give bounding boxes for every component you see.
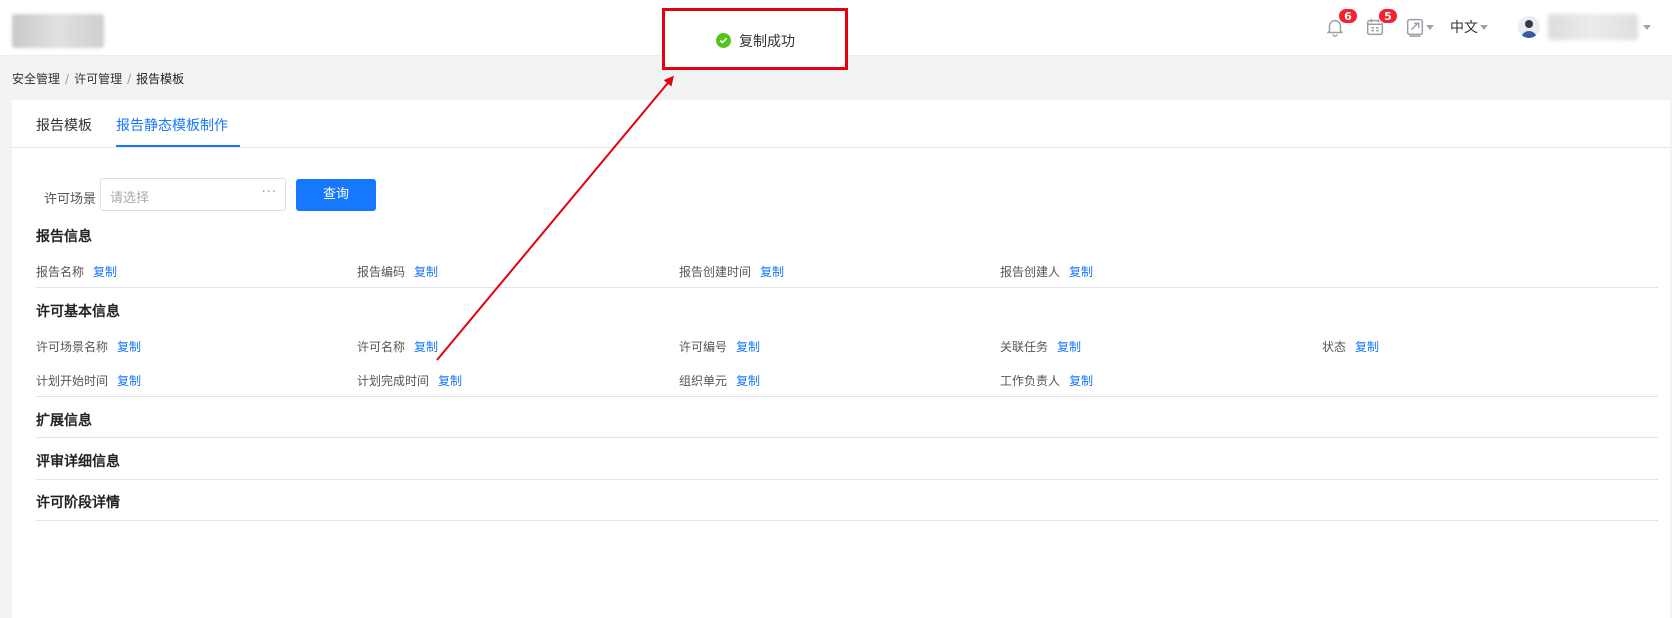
copy-link[interactable]: 复制 xyxy=(414,340,438,354)
toast-message: 复制成功 xyxy=(739,34,795,50)
scene-select[interactable]: 请选择 ··· xyxy=(100,178,286,211)
main-card: 报告模板 报告静态模板制作 许可场景 请选择 ··· 查询 报告信息 报告名称复… xyxy=(12,100,1670,618)
tab-report-template[interactable]: 报告模板 xyxy=(36,115,92,135)
active-tab-indicator xyxy=(116,145,240,147)
breadcrumb: 安全管理 / 许可管理 / 报告模板 xyxy=(12,72,185,86)
copy-link[interactable]: 复制 xyxy=(438,374,462,388)
breadcrumb-item-permit[interactable]: 许可管理 xyxy=(74,72,122,86)
section-title-report-info: 报告信息 xyxy=(36,229,92,245)
user-avatar[interactable] xyxy=(1518,16,1540,38)
section-title-stage[interactable]: 许可阶段详情 xyxy=(36,492,120,512)
field-org-unit: 组织单元 复制 xyxy=(679,374,761,388)
section-divider xyxy=(36,287,1658,288)
field-work-leader: 工作负责人 复制 xyxy=(1000,374,1094,388)
field-report-code: 报告编码 复制 xyxy=(357,265,439,279)
task-badge: 5 xyxy=(1378,8,1398,24)
field-plan-start-time: 计划开始时间 复制 xyxy=(36,374,142,388)
logo[interactable] xyxy=(12,14,104,48)
notification-bell-icon[interactable]: 6 xyxy=(1324,8,1358,38)
copy-link[interactable]: 复制 xyxy=(93,265,117,279)
field-plan-finish-time: 计划完成时间 复制 xyxy=(357,374,463,388)
section-divider xyxy=(36,520,1658,521)
section-title-review[interactable]: 评审详细信息 xyxy=(36,451,120,471)
breadcrumb-item-security[interactable]: 安全管理 xyxy=(12,72,60,86)
section-divider xyxy=(36,479,1658,480)
field-report-creator: 报告创建人 复制 xyxy=(1000,265,1094,279)
send-icon[interactable] xyxy=(1404,16,1426,38)
copy-link[interactable]: 复制 xyxy=(736,340,760,354)
section-divider xyxy=(36,437,1658,438)
username-blurred[interactable] xyxy=(1548,14,1638,40)
section-title-permit-basic: 许可基本信息 xyxy=(36,304,120,320)
more-icon[interactable]: ··· xyxy=(262,185,277,200)
filter-scene-label: 许可场景 xyxy=(44,192,97,207)
breadcrumb-item-report-template: 报告模板 xyxy=(136,72,185,86)
section-title-extension[interactable]: 扩展信息 xyxy=(36,410,92,430)
copy-link[interactable]: 复制 xyxy=(117,374,141,388)
notification-badge: 6 xyxy=(1338,8,1358,24)
copy-link[interactable]: 复制 xyxy=(736,374,760,388)
query-button[interactable]: 查询 xyxy=(296,179,376,211)
field-report-name: 报告名称 复制 xyxy=(36,265,118,279)
field-status: 状态 复制 xyxy=(1322,340,1380,354)
copy-link[interactable]: 复制 xyxy=(1069,265,1093,279)
tab-bar: 报告模板 报告静态模板制作 xyxy=(12,100,1670,148)
field-permit-name: 许可名称 复制 xyxy=(357,340,439,354)
copy-link[interactable]: 复制 xyxy=(1355,340,1379,354)
copy-link[interactable]: 复制 xyxy=(1069,374,1093,388)
user-caret-icon[interactable] xyxy=(1643,25,1651,30)
field-related-task: 关联任务 复制 xyxy=(1000,340,1082,354)
send-dropdown-caret-icon[interactable] xyxy=(1426,25,1434,30)
language-caret-icon[interactable] xyxy=(1480,25,1488,30)
section-divider xyxy=(36,396,1658,397)
task-list-icon[interactable]: 5 xyxy=(1364,8,1398,38)
field-permit-number: 许可编号 复制 xyxy=(679,340,761,354)
copy-link[interactable]: 复制 xyxy=(1057,340,1081,354)
copy-link[interactable]: 复制 xyxy=(760,265,784,279)
copy-link[interactable]: 复制 xyxy=(117,340,141,354)
field-report-create-time: 报告创建时间 复制 xyxy=(679,265,785,279)
field-permit-scene-name: 许可场景名称 复制 xyxy=(36,340,142,354)
copy-success-toast: 复制成功 xyxy=(662,8,848,70)
language-selector[interactable]: 中文 xyxy=(1450,17,1478,37)
tab-static-template-maker[interactable]: 报告静态模板制作 xyxy=(116,115,228,135)
success-check-icon xyxy=(716,33,731,48)
scene-select-placeholder: 请选择 xyxy=(110,191,150,206)
copy-link[interactable]: 复制 xyxy=(414,265,438,279)
